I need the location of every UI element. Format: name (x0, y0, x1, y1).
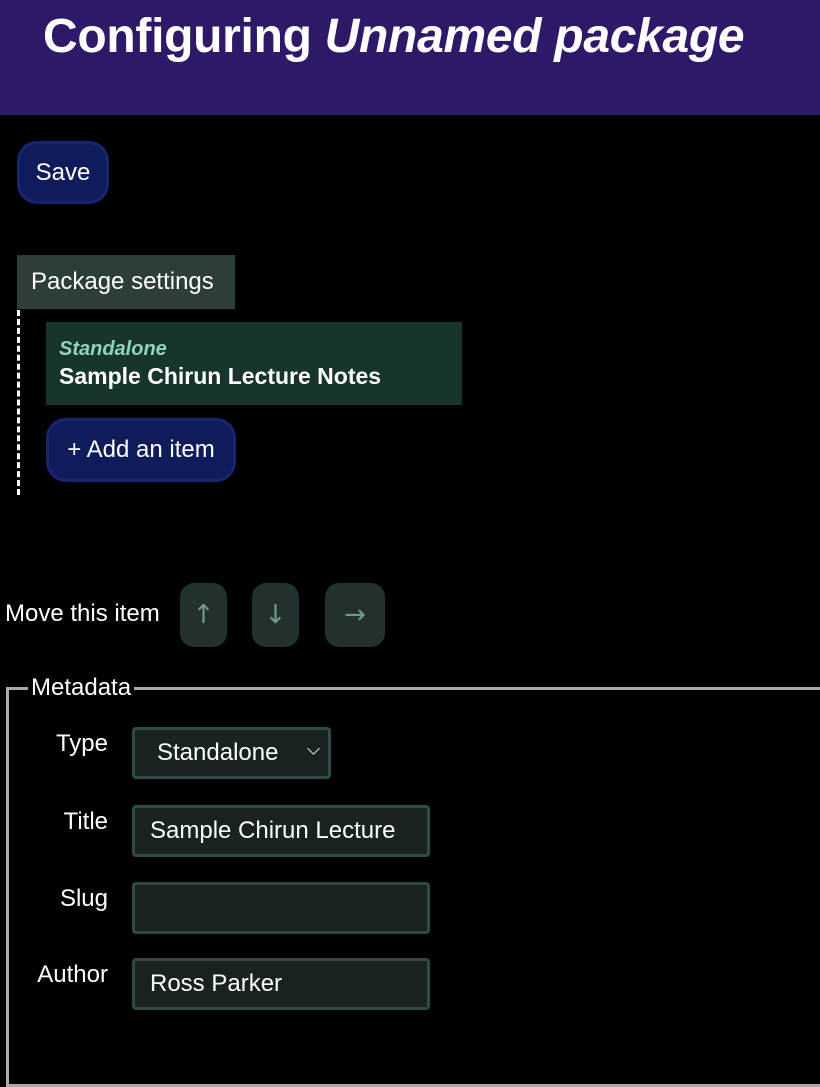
package-name: Unnamed package (324, 10, 745, 63)
author-input[interactable] (132, 958, 430, 1010)
type-label: Type (55, 730, 108, 757)
move-item-label: Move this item (5, 600, 160, 627)
save-button[interactable]: Save (17, 141, 109, 204)
move-up-button[interactable]: ↑ (180, 583, 227, 647)
slug-input[interactable] (132, 882, 430, 934)
page-title: Configuring Unnamed package (43, 8, 745, 66)
tree-connector-line (17, 310, 20, 495)
tree-item[interactable]: Standalone Sample Chirun Lecture Notes (46, 322, 462, 405)
move-down-button[interactable]: ↓ (252, 583, 299, 647)
slug-label: Slug (59, 885, 108, 912)
author-label: Author (37, 961, 108, 988)
arrow-down-icon: ↓ (264, 600, 287, 630)
move-right-button[interactable]: → (325, 583, 385, 647)
metadata-legend: Metadata (28, 673, 135, 703)
page-header: Configuring Unnamed package (0, 0, 820, 115)
chevron-down-icon (307, 742, 320, 755)
type-select-value: Standalone (157, 739, 279, 766)
add-item-button[interactable]: + Add an item (46, 418, 236, 482)
arrow-up-icon: ↑ (192, 600, 215, 630)
title-prefix: Configuring (43, 10, 312, 63)
title-label: Title (63, 808, 108, 835)
arrow-right-icon: → (344, 600, 366, 630)
title-input[interactable] (132, 805, 430, 857)
package-settings-button[interactable]: Package settings (17, 255, 235, 309)
type-select[interactable]: Standalone (132, 727, 331, 779)
item-title: Sample Chirun Lecture Notes (59, 363, 382, 389)
item-type: Standalone (59, 338, 167, 360)
